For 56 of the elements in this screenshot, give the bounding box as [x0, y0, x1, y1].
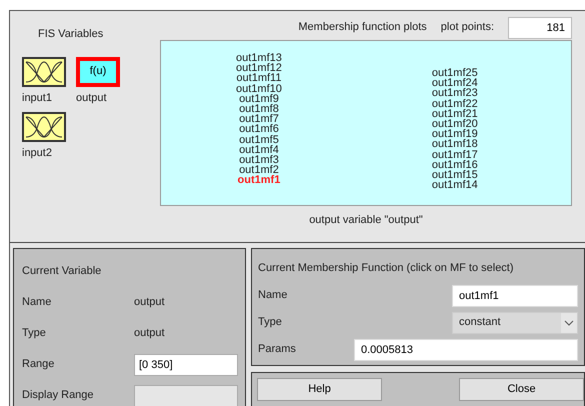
field-label: plot points: — [440, 20, 494, 36]
membership-function-label[interactable]: out1mf6 — [239, 124, 279, 135]
field-label: Name — [258, 288, 288, 304]
variable-button[interactable]: f(u) — [76, 56, 120, 86]
variable-button[interactable] — [22, 56, 66, 86]
field-label: Range — [22, 357, 54, 372]
membership-function-label[interactable]: out1mf17 — [432, 150, 478, 160]
range-field[interactable]: [0 350] — [134, 354, 238, 376]
membership-function-label[interactable]: out1mf10 — [236, 84, 282, 94]
variable-label: input2 — [22, 146, 52, 161]
membership-function-label[interactable]: out1mf18 — [432, 139, 478, 150]
type-dropdown[interactable]: constant — [452, 312, 578, 334]
variable-type: output — [134, 326, 165, 342]
variable-label: output — [76, 90, 107, 106]
membership-function-label[interactable]: out1mf7 — [239, 114, 279, 124]
params-field[interactable]: 0.0005813 — [354, 338, 578, 360]
membership-function-label[interactable]: out1mf11 — [236, 73, 282, 84]
variable-button[interactable] — [22, 112, 66, 142]
membership-function-label[interactable]: out1mf5 — [239, 134, 279, 145]
membership-function-label[interactable]: out1mf19 — [432, 129, 478, 140]
field-label: Type — [22, 326, 46, 342]
membership-function-label[interactable]: out1mf15 — [432, 170, 478, 180]
field-label: Name — [22, 295, 52, 310]
field-label: Type — [258, 315, 282, 330]
dialog-button[interactable]: Help — [257, 378, 382, 401]
membership-function-label[interactable]: out1mf25 — [432, 68, 478, 78]
plot-caption: output variable "output" — [308, 213, 424, 228]
membership-function-label[interactable]: out1mf13 — [236, 53, 282, 64]
membership-function-label[interactable]: out1mf16 — [432, 160, 478, 170]
variable-name: output — [134, 295, 165, 310]
membership-function-label[interactable]: out1mf4 — [239, 144, 279, 156]
caret-icon — [561, 312, 577, 332]
name-field[interactable]: out1mf1 — [452, 284, 578, 306]
membership-function-label[interactable]: out1mf22 — [432, 98, 478, 109]
panel-title: Current Variable — [22, 264, 102, 280]
membership-function-label[interactable]: out1mf20 — [432, 119, 478, 130]
section-title: FIS Variables — [38, 27, 104, 42]
plot-points-field[interactable]: 181 — [508, 16, 572, 38]
variable-label: input1 — [22, 90, 52, 106]
membership-function-label[interactable]: out1mf9 — [239, 94, 279, 104]
membership-function-label[interactable]: out1mf3 — [239, 155, 279, 166]
membership-curves-icon — [25, 60, 63, 84]
panel-title: Current Membership Function (click on MF to select) — [258, 261, 514, 276]
membership-function-label[interactable]: out1mf23 — [432, 88, 478, 99]
membership-function-label[interactable]: out1mf1 — [238, 175, 280, 186]
membership-function-label[interactable]: out1mf21 — [432, 108, 478, 120]
dialog-button[interactable]: Close — [459, 378, 584, 401]
membership-function-label[interactable]: out1mf24 — [432, 78, 478, 88]
membership-curves-icon — [25, 115, 63, 139]
field-label: Params — [258, 342, 296, 358]
membership-function-label[interactable]: out1mf8 — [239, 104, 279, 114]
membership-function-label[interactable]: out1mf14 — [432, 180, 478, 190]
membership-function-label[interactable]: out1mf12 — [236, 63, 282, 74]
membership-function-label[interactable]: out1mf2 — [239, 165, 279, 176]
plot-title: Membership function plots — [298, 20, 427, 36]
field-label: Display Range — [22, 388, 94, 404]
